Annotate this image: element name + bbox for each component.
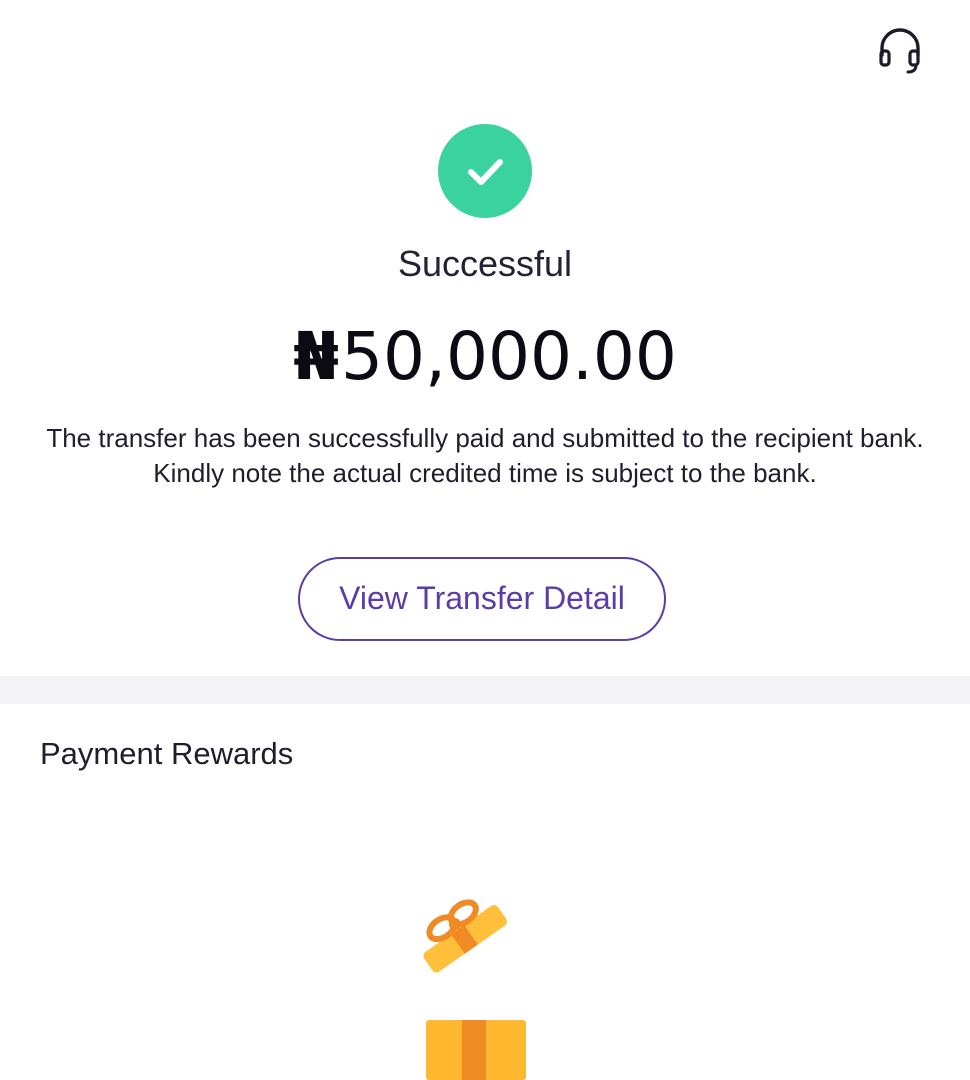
section-divider <box>0 676 970 704</box>
currency-symbol: ₦ <box>293 318 340 395</box>
reward-gift-box[interactable] <box>400 890 540 1080</box>
amount-value: 50,000.00 <box>341 318 677 395</box>
check-icon <box>468 159 503 185</box>
status-title: Successful <box>397 243 573 284</box>
transfer-amount: ₦50,000.00 <box>0 312 970 402</box>
payment-rewards-heading: Payment Rewards <box>40 736 294 771</box>
customer-support-button[interactable] <box>873 22 927 76</box>
success-check-badge <box>438 124 532 218</box>
gift-box-icon <box>423 899 526 1080</box>
headset-icon <box>879 28 920 74</box>
view-transfer-detail-button[interactable]: View Transfer Detail <box>298 557 666 641</box>
status-message: The transfer has been successfully paid … <box>46 423 924 488</box>
